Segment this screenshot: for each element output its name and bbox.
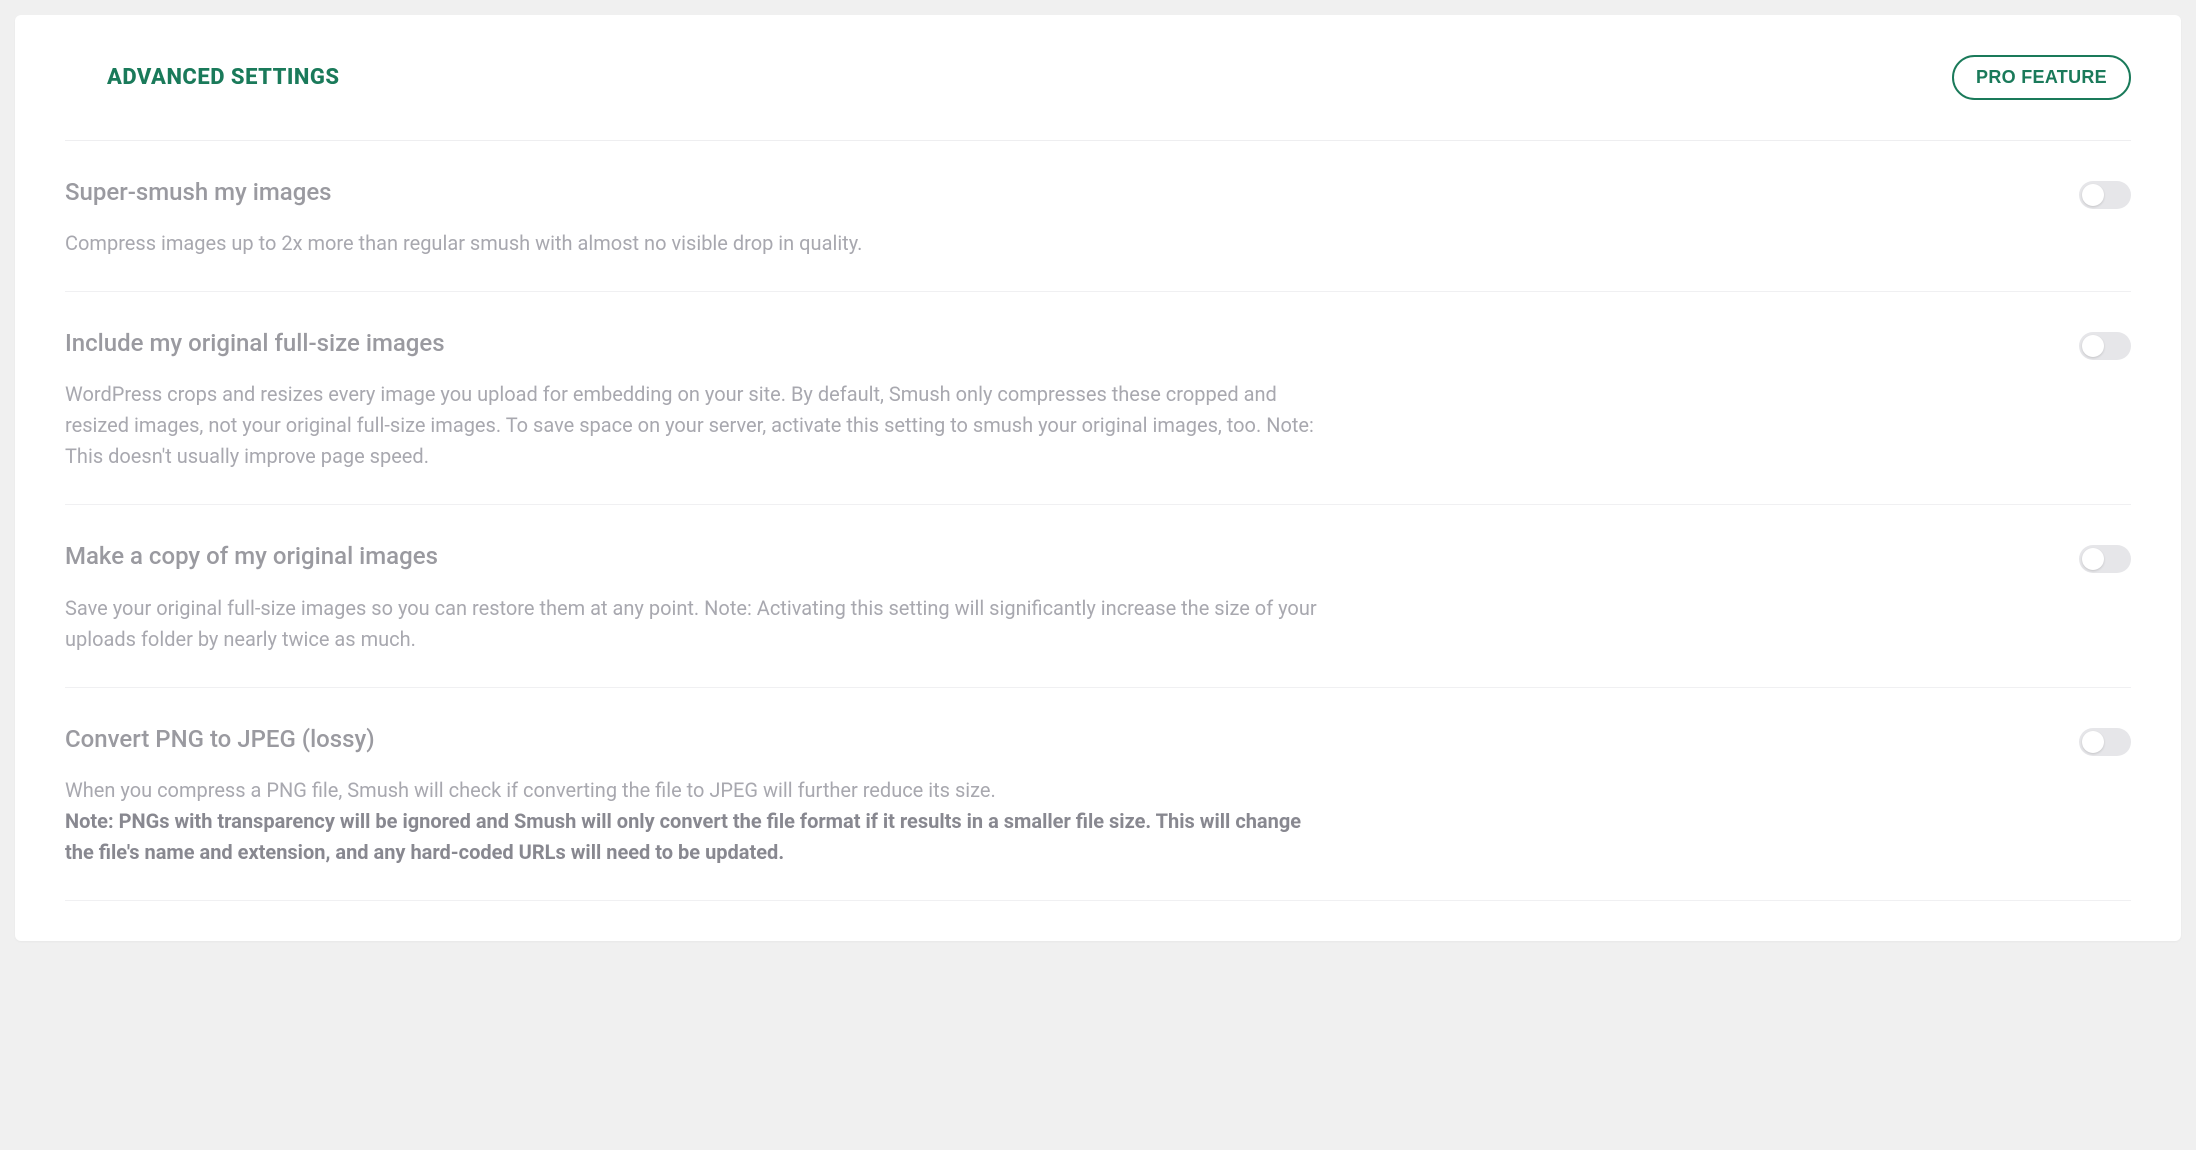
toggle-include-original[interactable] <box>2079 332 2131 360</box>
desc-note: Note: PNGs with transparency will be ign… <box>65 809 1301 864</box>
advanced-settings-panel: ADVANCED SETTINGS PRO FEATURE Super-smus… <box>15 15 2181 941</box>
setting-description: WordPress crops and resizes every image … <box>65 379 1325 472</box>
setting-content: Include my original full-size images Wor… <box>65 328 1325 472</box>
setting-description: Save your original full-size images so y… <box>65 593 1325 655</box>
setting-title: Convert PNG to JPEG (lossy) <box>65 724 1325 755</box>
panel-header: ADVANCED SETTINGS PRO FEATURE <box>65 55 2131 141</box>
setting-description: When you compress a PNG file, Smush will… <box>65 775 1325 868</box>
setting-description: Compress images up to 2x more than regul… <box>65 228 1325 259</box>
setting-include-original: Include my original full-size images Wor… <box>65 292 2131 505</box>
toggle-convert-png[interactable] <box>2079 728 2131 756</box>
setting-content: Convert PNG to JPEG (lossy) When you com… <box>65 724 1325 868</box>
setting-content: Super-smush my images Compress images up… <box>65 177 1325 259</box>
desc-line: When you compress a PNG file, Smush will… <box>65 778 996 802</box>
pro-feature-button[interactable]: PRO FEATURE <box>1952 55 2131 100</box>
setting-title: Make a copy of my original images <box>65 541 1325 572</box>
setting-make-copy: Make a copy of my original images Save y… <box>65 505 2131 687</box>
toggle-super-smush[interactable] <box>2079 181 2131 209</box>
setting-convert-png: Convert PNG to JPEG (lossy) When you com… <box>65 688 2131 901</box>
setting-title: Super-smush my images <box>65 177 1325 208</box>
setting-content: Make a copy of my original images Save y… <box>65 541 1325 654</box>
setting-super-smush: Super-smush my images Compress images up… <box>65 141 2131 292</box>
toggle-make-copy[interactable] <box>2079 545 2131 573</box>
panel-title: ADVANCED SETTINGS <box>107 65 340 90</box>
setting-title: Include my original full-size images <box>65 328 1325 359</box>
